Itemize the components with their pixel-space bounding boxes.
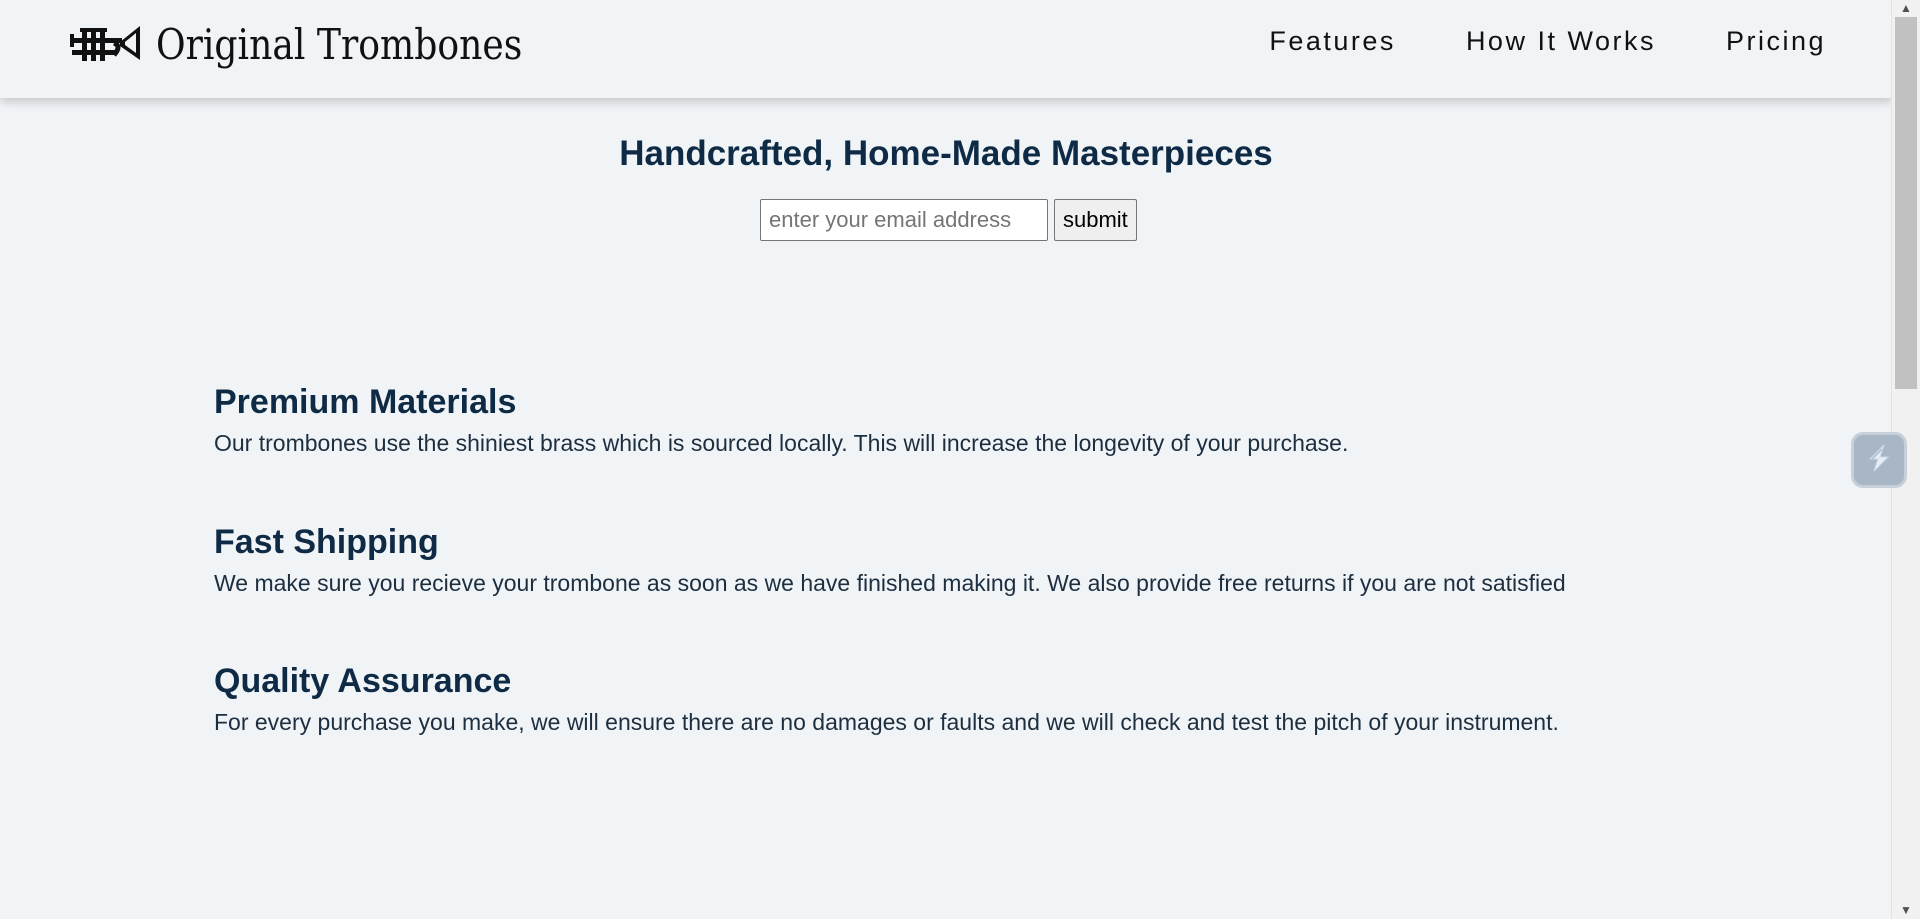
brand-name: Original Trombones <box>156 19 523 69</box>
hero-title: Handcrafted, Home-Made Masterpieces <box>619 134 1273 173</box>
nav-link-features[interactable]: Features <box>1269 26 1396 57</box>
feature-text: Our trombones use the shiniest brass whi… <box>214 430 1349 456</box>
page: Original Trombones Features How It Works… <box>0 0 1920 919</box>
submit-button[interactable]: submit <box>1054 199 1137 241</box>
feature-fast-shipping: Fast Shipping We make sure you recieve y… <box>214 522 1814 598</box>
nav-link-how-it-works[interactable]: How It Works <box>1466 26 1656 57</box>
feature-title: Fast Shipping <box>214 523 439 561</box>
scrollbar-thumb[interactable] <box>1895 17 1917 389</box>
site-header: Original Trombones Features How It Works… <box>0 0 1892 98</box>
feature-premium-materials: Premium Materials Our trombones use the … <box>214 382 1814 458</box>
email-input[interactable] <box>760 199 1048 241</box>
feature-title: Quality Assurance <box>214 662 512 700</box>
nav-link-pricing[interactable]: Pricing <box>1726 26 1826 57</box>
logo[interactable]: Original Trombones <box>70 14 582 74</box>
feature-text: We make sure you recieve your trombone a… <box>214 570 1566 596</box>
main-nav: Features How It Works Pricing <box>1269 26 1826 57</box>
feature-quality-assurance: Quality Assurance For every purchase you… <box>214 661 1814 737</box>
email-signup-form: submit <box>760 199 1137 241</box>
scroll-up-arrow-icon[interactable]: ▲ <box>1892 0 1920 17</box>
scroll-down-arrow-icon[interactable]: ▼ <box>1892 902 1920 919</box>
lightning-icon <box>1862 441 1896 480</box>
feature-title: Premium Materials <box>214 383 517 421</box>
floating-widget-button[interactable] <box>1851 432 1907 488</box>
feature-text: For every purchase you make, we will ens… <box>214 709 1559 735</box>
trumpet-icon <box>70 20 142 68</box>
